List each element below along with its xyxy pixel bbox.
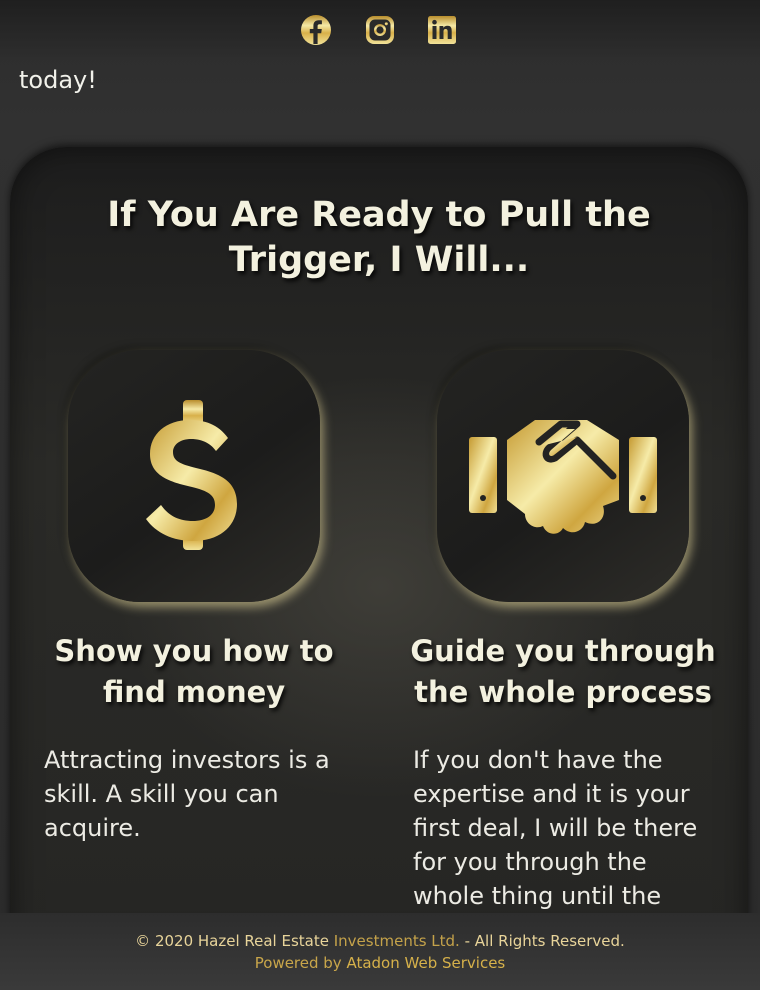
feature-title: Show you how to find money — [54, 634, 334, 709]
social-bar — [0, 0, 760, 60]
services-card: If You Are Ready to Pull the Trigger, I … — [10, 147, 748, 947]
feature-title: Guide you through the whole process — [410, 634, 716, 709]
feature-icon-tile — [437, 350, 689, 602]
copyright-text: © 2020 Hazel Real Estate Investments Ltd… — [0, 930, 760, 952]
copyright-prefix: © 2020 Hazel Real Estate — [135, 932, 334, 950]
feature-icon-tile — [68, 350, 320, 602]
powered-by-prefix: Powered by — [254, 954, 347, 972]
handshake-icon — [469, 420, 657, 534]
copyright-company-link[interactable]: Investments Ltd. — [334, 932, 460, 950]
footer: © 2020 Hazel Real Estate Investments Ltd… — [0, 913, 760, 990]
linkedin-icon[interactable] — [425, 13, 459, 47]
feature-description: Attracting investors is a skill. A skill… — [44, 746, 330, 842]
facebook-icon[interactable] — [299, 13, 333, 47]
instagram-icon[interactable] — [363, 13, 397, 47]
dollar-sign-icon — [146, 400, 237, 550]
powered-by-text: Powered by Atadon Web Services — [0, 952, 760, 974]
page: today! If You Are Ready to Pull the Trig… — [0, 0, 760, 990]
section-title: If You Are Ready to Pull the Trigger, I … — [107, 195, 651, 280]
copyright-suffix: - All Rights Reserved. — [459, 932, 625, 950]
powered-by-link[interactable]: Atadon Web Services — [346, 954, 505, 972]
intro-text: today! — [19, 66, 97, 94]
